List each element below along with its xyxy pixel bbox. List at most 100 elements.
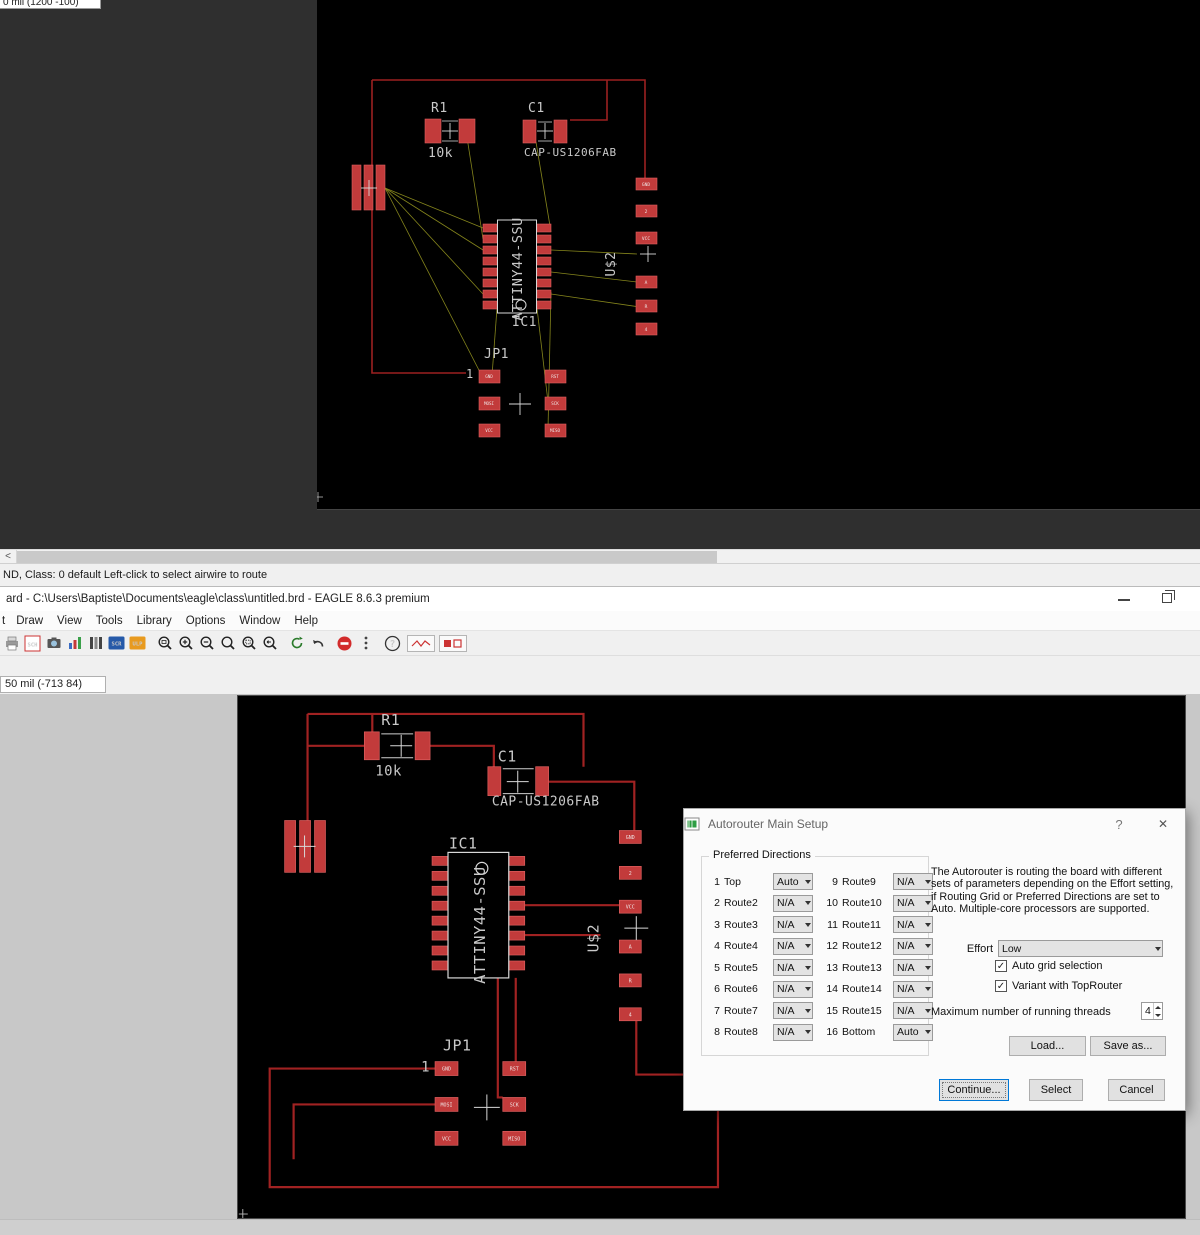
svg-text:SCH: SCH	[28, 642, 38, 648]
layer-16-direction-select[interactable]: Auto	[893, 1023, 933, 1041]
copper-traces[interactable]	[371, 79, 646, 374]
window-title-bar[interactable]: ard - C:\Users\Baptiste\Documents\eagle\…	[0, 586, 1200, 611]
component-jp1[interactable]: JP1 1 GND RST MOSI SCK VCC MISO	[466, 347, 567, 438]
layer-5-direction-select[interactable]: N/A	[773, 959, 813, 977]
layers-icon[interactable]	[85, 633, 106, 654]
scr-icon[interactable]: SCR	[106, 633, 127, 654]
layer-10-direction-select[interactable]: N/A	[893, 894, 933, 912]
scrollbar-thumb[interactable]	[17, 551, 717, 563]
zoom-out-icon[interactable]	[196, 633, 217, 654]
layer-13-direction-select[interactable]: N/A	[893, 959, 933, 977]
stop-icon[interactable]	[334, 633, 355, 654]
threads-spinner[interactable]: 4	[1141, 1002, 1163, 1020]
board-canvas-top[interactable]: R1 10k C1 CAP-US1206FAB ATTINY44-SSU IC1…	[317, 0, 1200, 510]
zoom-select-icon[interactable]	[238, 633, 259, 654]
menu-item-window[interactable]: Window	[232, 611, 287, 630]
drc-button[interactable]	[439, 634, 467, 652]
continue-button[interactable]: Continue...	[939, 1079, 1009, 1101]
cancel-button[interactable]: Cancel	[1108, 1079, 1165, 1101]
component-c1[interactable]: C1 CAP-US1206FAB	[522, 101, 617, 159]
spinner-up-icon	[1154, 1003, 1162, 1011]
layer-7-direction-select[interactable]: N/A	[773, 1002, 813, 1020]
layer-12-direction-select[interactable]: N/A	[893, 937, 933, 955]
toprouter-variant-checkbox[interactable]: ✓	[995, 980, 1007, 992]
chevron-down-icon	[803, 960, 812, 975]
layer-2-direction-select[interactable]: N/A	[773, 894, 813, 912]
undo-icon[interactable]	[307, 633, 328, 654]
layer-8-direction-select[interactable]: N/A	[773, 1023, 813, 1041]
help-icon[interactable]: ?	[382, 633, 403, 654]
refresh-icon[interactable]	[286, 633, 307, 654]
svg-text:ULP: ULP	[133, 642, 144, 648]
component-left-connector[interactable]	[351, 164, 386, 211]
menu-item-tools[interactable]: Tools	[89, 611, 130, 630]
component-left-connector[interactable]	[284, 820, 326, 873]
svg-text:VCC: VCC	[626, 905, 635, 911]
r1-value-label: 10k	[428, 146, 453, 161]
r1-value-label: 10k	[375, 764, 402, 780]
ratsnest-button[interactable]	[407, 634, 435, 652]
zoom-in-icon[interactable]	[175, 633, 196, 654]
effort-select[interactable]: Low	[998, 940, 1163, 957]
print-icon[interactable]	[1, 633, 22, 654]
minimize-button[interactable]	[1118, 599, 1130, 601]
more-options-icon[interactable]	[355, 633, 376, 654]
menu-item-help[interactable]: Help	[287, 611, 325, 630]
board-editor-area: R1 10k C1 CAP-US1206FAB IC1 ATTINY44-SSU…	[0, 694, 1200, 1235]
scroll-left-button[interactable]: <	[0, 550, 17, 564]
menu-item-draw[interactable]: Draw	[9, 611, 50, 630]
menu-item-library[interactable]: Library	[130, 611, 179, 630]
component-u2[interactable]: U$2 GND 2 VCC A R 4	[584, 830, 649, 1022]
menu-item-view[interactable]: View	[50, 611, 89, 630]
select-button[interactable]: Select	[1029, 1079, 1083, 1101]
layer-9-direction-select[interactable]: N/A	[893, 873, 933, 891]
chevron-down-icon	[1153, 941, 1162, 956]
zoom-previous-icon[interactable]	[259, 633, 280, 654]
component-r1[interactable]: R1 10k	[363, 711, 431, 780]
svg-text:GND: GND	[442, 1067, 451, 1073]
effort-label: Effort	[966, 942, 993, 955]
zoom-fit-icon[interactable]	[154, 633, 175, 654]
layer-11-direction-select[interactable]: N/A	[893, 916, 933, 934]
chevron-down-icon	[803, 939, 812, 954]
ulp-icon[interactable]: ULP	[127, 633, 148, 654]
coordinate-row: 50 mil (-713 84)	[0, 676, 1200, 694]
load-button[interactable]: Load...	[1009, 1036, 1086, 1056]
auto-grid-label: Auto grid selection	[1012, 960, 1103, 972]
menu-item-edit-partial[interactable]: t	[0, 611, 9, 630]
dialog-close-button[interactable]: ✕	[1150, 813, 1176, 835]
schematic-icon[interactable]: SCH	[22, 633, 43, 654]
layer-3-direction-select[interactable]: N/A	[773, 916, 813, 934]
component-ic1[interactable]: ATTINY44-SSU IC1	[482, 217, 552, 330]
camera-icon[interactable]	[43, 633, 64, 654]
component-r1[interactable]: R1 10k	[424, 101, 476, 161]
u2-name-label: U$2	[584, 924, 602, 952]
maximize-button[interactable]	[1162, 590, 1175, 603]
coordinate-display-top: 0 mil (1200 -100)	[0, 0, 101, 9]
layer-6-direction-select[interactable]: N/A	[773, 980, 813, 998]
auto-grid-checkbox[interactable]: ✓	[995, 960, 1007, 972]
horizontal-scrollbar[interactable]: <	[0, 549, 1200, 564]
save-as-button[interactable]: Save as...	[1090, 1036, 1166, 1056]
svg-text:MOSI: MOSI	[484, 401, 495, 406]
dialog-help-button[interactable]: ?	[1108, 813, 1130, 835]
dialog-title-bar[interactable]: Autorouter Main Setup ? ✕	[684, 809, 1185, 839]
group-title: Preferred Directions	[709, 849, 815, 861]
chart-icon[interactable]	[64, 633, 85, 654]
layer-1-direction-select[interactable]: Auto	[773, 873, 813, 891]
status-bar: ND, Class: 0 default Left-click to selec…	[0, 563, 1200, 586]
layer-4-direction-select[interactable]: N/A	[773, 937, 813, 955]
component-jp1[interactable]: JP1 1 GND RST MOSI SCK VCC MISO	[421, 1037, 527, 1146]
chevron-down-icon	[803, 982, 812, 997]
svg-text:R: R	[629, 978, 632, 984]
direction-row: 6 Route6 N/A 14 Route14 N/A	[707, 979, 933, 1001]
toolbar: SCH SCR ULP ?	[0, 631, 1200, 656]
layer-15-direction-select[interactable]: N/A	[893, 1002, 933, 1020]
component-ic1[interactable]: IC1 ATTINY44-SSU	[431, 834, 526, 984]
menu-item-options[interactable]: Options	[179, 611, 233, 630]
layer-14-direction-select[interactable]: N/A	[893, 980, 933, 998]
svg-text:MISO: MISO	[508, 1136, 520, 1142]
direction-row: 1 Top Auto 9 Route9 N/A	[707, 871, 933, 893]
zoom-redraw-icon[interactable]	[217, 633, 238, 654]
component-u2[interactable]: U$2 GND 2 VCC A R 4	[604, 177, 658, 336]
